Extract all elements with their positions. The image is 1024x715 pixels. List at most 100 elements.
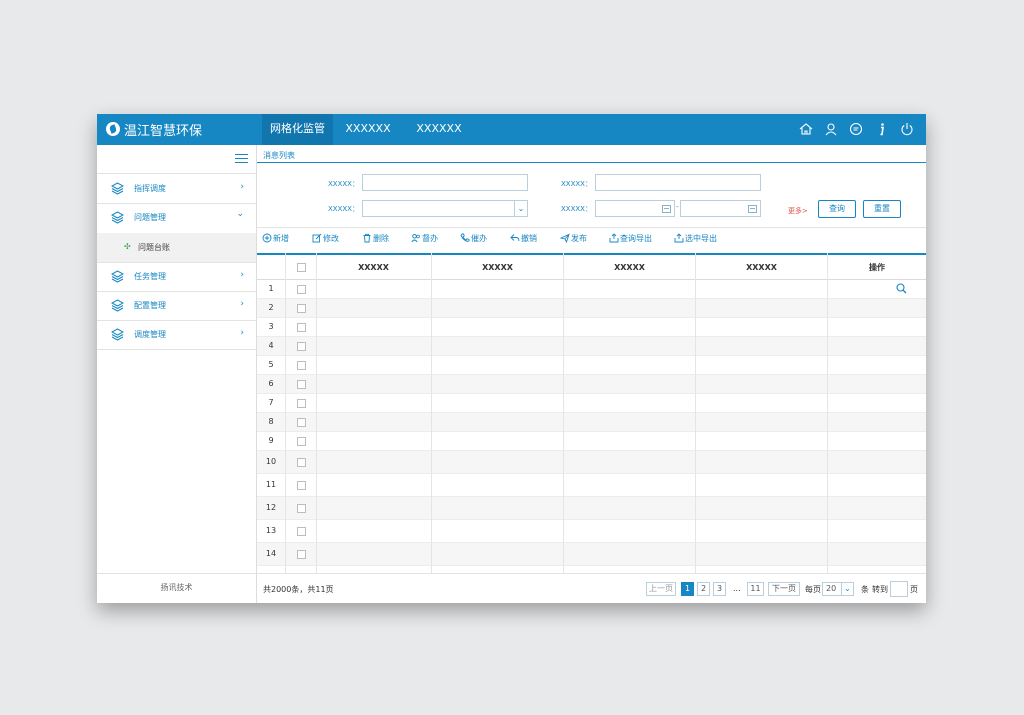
select-all-checkbox[interactable] [297,263,306,272]
query-export-button[interactable]: 查询导出 [609,233,652,247]
row-checkbox[interactable] [297,304,306,313]
row-checkbox[interactable] [297,342,306,351]
sidebar-item-dispatch-command[interactable]: 指挥调度 › [97,174,256,203]
row-checkbox[interactable] [297,437,306,446]
top-navbar: 温江智慧环保 网格化监管 XXXXXX XXXXXX [97,114,926,145]
sidebar-item-config-management[interactable]: 配置管理 › [97,291,256,320]
sidebar-item-scheduling-management[interactable]: 调度管理 › [97,320,256,349]
page-1-button[interactable]: 1 [681,582,694,596]
table-row[interactable]: 13 [257,520,926,543]
selected-export-button[interactable]: 选中导出 [674,233,717,247]
info-icon[interactable] [875,122,889,136]
delete-button[interactable]: 删除 [362,233,389,247]
row-checkbox[interactable] [297,380,306,389]
row-number: 11 [265,480,277,489]
table-row[interactable]: 7 [257,394,926,413]
table-row[interactable]: 9 [257,432,926,451]
table-row[interactable]: 2 [257,299,926,318]
chevron-right-icon: › [240,328,244,338]
urge-label: 催办 [471,234,487,243]
bullet-icon: ✣ [124,242,131,251]
home-icon[interactable] [799,122,813,136]
table-row[interactable]: 12 [257,497,926,520]
goto-page-input[interactable] [890,581,908,597]
edit-label: 修改 [323,234,339,243]
column-header-1[interactable]: XXXXX [316,255,431,280]
filter-label-1: XXXXX： [328,180,359,188]
leaf-logo-icon [106,122,120,136]
row-checkbox[interactable] [297,527,306,536]
row-checkbox[interactable] [297,285,306,294]
reset-button[interactable]: 重置 [863,200,901,218]
power-icon[interactable] [900,122,914,136]
prev-page-button[interactable]: 上一页 [646,582,676,596]
table-row[interactable]: 5 [257,356,926,375]
table-row[interactable]: 10 [257,451,926,474]
per-page-label: 每页 [805,585,821,594]
row-number: 9 [268,436,274,445]
table-row[interactable]: 8 [257,413,926,432]
table-row[interactable]: 4 [257,337,926,356]
page-2-button[interactable]: 2 [697,582,710,596]
publish-button[interactable]: 发布 [559,233,587,247]
tab-grid-supervision[interactable]: 网格化监管 [262,114,333,145]
edit-button[interactable]: 修改 [312,233,339,247]
calendar-icon[interactable] [662,205,671,213]
row-number: 13 [265,526,277,535]
filter-label-2: XXXXX： [561,180,592,188]
column-header-2[interactable]: XXXXX [432,255,563,280]
row-number: 8 [268,417,274,426]
data-table: 1 2 3 4 5 6 7 8 9 10 11 12 13 14 XXXXX XXXXX XXXXX XX… [257,253,926,573]
column-divider [563,253,564,573]
supervise-label: 督办 [422,234,438,243]
row-checkbox[interactable] [297,399,306,408]
supervise-button[interactable]: 督办 [411,233,438,247]
table-row[interactable]: 1 [257,280,926,299]
export-icon [609,233,619,243]
filter-input-2[interactable] [595,174,761,191]
row-checkbox[interactable] [297,458,306,467]
table-row[interactable]: 3 [257,318,926,337]
tab-xxxxxx-1[interactable]: XXXXXX [339,114,397,145]
table-row[interactable]: 6 [257,375,926,394]
more-filters-link[interactable]: 更多> [788,206,808,216]
row-checkbox[interactable] [297,550,306,559]
export-icon [674,233,684,243]
row-checkbox[interactable] [297,323,306,332]
row-checkbox[interactable] [297,361,306,370]
row-number: 5 [268,360,274,369]
row-checkbox[interactable] [297,481,306,490]
row-checkbox[interactable] [297,418,306,427]
user-icon[interactable] [824,122,838,136]
app-title: 温江智慧环保 [124,124,203,139]
per-page-select[interactable]: 20 ⌄ [822,582,854,596]
table-row[interactable]: 14 [257,543,926,566]
search-icon[interactable] [896,283,907,294]
date-end-input[interactable] [680,200,761,217]
urge-button[interactable]: 催办 [460,233,487,247]
table-row[interactable]: 11 [257,474,926,497]
next-page-button[interactable]: 下一页 [768,582,800,596]
sidebar-item-task-management[interactable]: 任务管理 › [97,262,256,291]
filter-select[interactable]: ⌄ [362,200,528,217]
row-number: 2 [268,303,274,312]
sidebar-subitem-problem-ledger[interactable]: ✣ 问题台账 [97,233,256,262]
add-button[interactable]: 新增 [262,233,289,247]
page-3-button[interactable]: 3 [713,582,726,596]
chevron-right-icon: › [240,299,244,309]
revoke-button[interactable]: 撤销 [510,233,537,247]
calendar-icon[interactable] [748,205,757,213]
row-number: 6 [268,379,274,388]
row-checkbox[interactable] [297,504,306,513]
column-header-4[interactable]: XXXXX [696,255,827,280]
query-button[interactable]: 查询 [818,200,856,218]
hamburger-menu-icon[interactable] [235,154,248,164]
column-header-3[interactable]: XXXXX [564,255,695,280]
filter-input-1[interactable] [362,174,528,191]
tab-xxxxxx-2[interactable]: XXXXXX [410,114,468,145]
main-content: 消息列表 XXXXX： XXXXX： XXXXX： ⌄ XXXXX： - 更多>… [257,145,926,603]
page-11-button[interactable]: 11 [747,582,764,596]
sidebar-item-problem-management[interactable]: 问题管理 ⌄ [97,203,256,232]
date-start-input[interactable] [595,200,675,217]
message-icon[interactable] [849,122,863,136]
